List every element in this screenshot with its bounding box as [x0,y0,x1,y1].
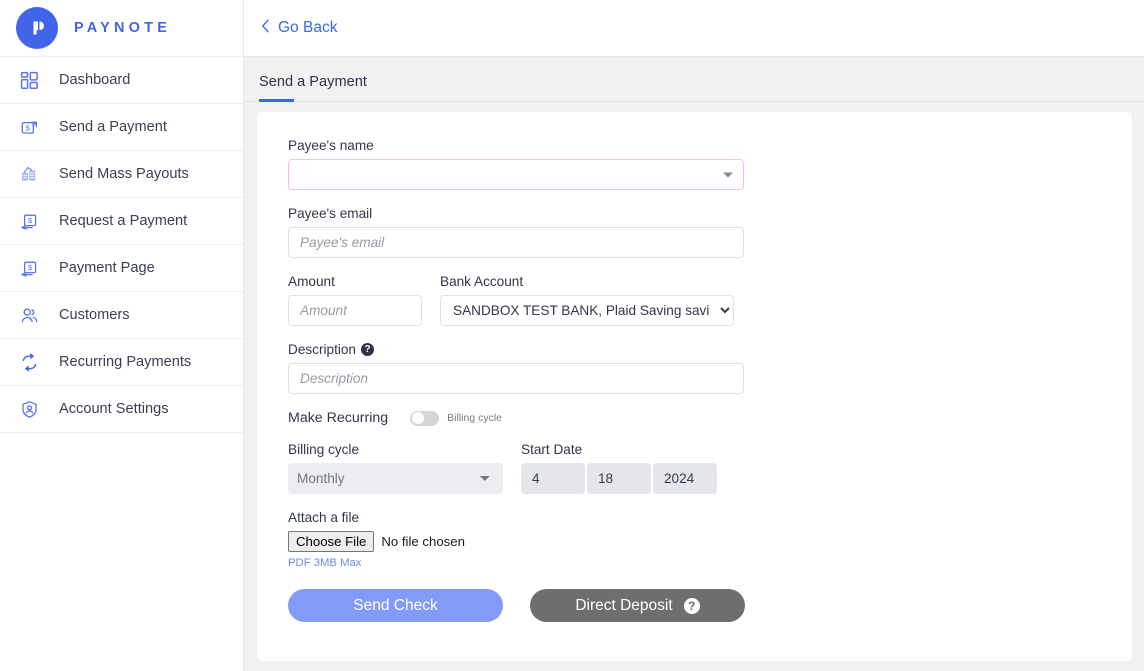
payment-page-icon: $ [18,257,40,279]
send-check-label: Send Check [353,596,438,614]
bank-account-field: Bank Account SANDBOX TEST BANK, Plaid Sa… [440,274,734,326]
direct-deposit-label: Direct Deposit [575,596,673,614]
payee-name-field: Payee's name [288,138,1132,190]
payee-email-input[interactable] [288,227,744,258]
recurring-payments-icon [18,351,40,373]
customers-icon [18,304,40,326]
toggle-knob [412,412,425,424]
sidebar: PAYNOTE Dashboard $ Send a Payment Send … [0,0,244,671]
sidebar-item-payment-page[interactable]: $ Payment Page [0,245,243,292]
account-settings-shield-icon [18,398,40,420]
description-input[interactable] [288,363,744,394]
make-recurring-toggle[interactable] [410,410,440,426]
tab-active-indicator [259,99,294,102]
form-actions: Send Check Direct Deposit ? [288,589,1132,652]
sidebar-item-account-settings[interactable]: Account Settings [0,386,243,433]
sidebar-item-label: Account Settings [59,401,169,417]
billing-start-row: Billing cycle Monthly Start Date [288,442,1132,494]
payee-email-label: Payee's email [288,206,373,221]
bank-account-select[interactable]: SANDBOX TEST BANK, Plaid Saving saving [440,295,734,326]
direct-deposit-button[interactable]: Direct Deposit ? [530,589,745,622]
tab-send-a-payment[interactable]: Send a Payment [244,74,367,101]
go-back-label: Go Back [278,19,338,36]
make-recurring-row: Make Recurring Billing cycle [288,410,1132,426]
svg-text:$: $ [25,123,29,132]
go-back-button[interactable]: Go Back [261,19,337,38]
request-payment-icon: $ [18,210,40,232]
mass-payouts-icon [18,163,40,185]
description-label-text: Description [288,342,356,357]
dashboard-grid-icon [18,69,40,91]
sidebar-item-request-a-payment[interactable]: $ Request a Payment [0,198,243,245]
make-recurring-label: Make Recurring [288,410,389,426]
sidebar-item-send-a-payment[interactable]: $ Send a Payment [0,104,243,151]
brand-logo[interactable]: PAYNOTE [0,0,243,57]
payee-name-select[interactable] [288,159,744,190]
start-date-year[interactable] [653,463,717,494]
description-label: Description ? [288,342,1132,357]
billing-cycle-field: Billing cycle Monthly [288,442,503,494]
app-root: PAYNOTE Dashboard $ Send a Payment Send … [0,0,1144,671]
start-date-day[interactable] [587,463,651,494]
start-date-label: Start Date [521,442,583,457]
brand-wordmark: PAYNOTE [74,20,172,36]
sidebar-item-label: Send Mass Payouts [59,166,189,182]
send-payment-form: Payee's name Payee's email Amount [257,112,1132,652]
sidebar-item-dashboard[interactable]: Dashboard [0,57,243,104]
sidebar-item-send-mass-payouts[interactable]: Send Mass Payouts [0,151,243,198]
file-status-text: No file chosen [381,534,465,549]
direct-deposit-help-icon[interactable]: ? [683,597,700,614]
file-hint-text: PDF 3MB Max [288,557,362,569]
billing-cycle-select[interactable]: Monthly [288,463,503,494]
choose-file-button[interactable]: Choose File [288,531,375,552]
amount-bank-row: Amount Bank Account SANDBOX TEST BANK, P… [288,274,1132,326]
svg-text:$: $ [28,262,32,271]
sidebar-item-label: Request a Payment [59,213,188,229]
amount-input[interactable] [288,295,422,326]
caret-down-icon [723,172,733,177]
sidebar-item-label: Dashboard [59,72,131,88]
main-content: Go Back Send a Payment Payee's name Paye… [244,0,1144,671]
attach-file-field: Attach a file Choose File No file chosen… [288,510,1132,569]
toggle-caption: Billing cycle [447,412,502,424]
send-payment-icon: $ [18,116,40,138]
send-check-button[interactable]: Send Check [288,589,503,622]
form-card: Payee's name Payee's email Amount [257,112,1132,661]
billing-cycle-label: Billing cycle [288,442,360,457]
start-date-field: Start Date [521,442,717,494]
tab-strip: Send a Payment [244,57,1144,102]
payee-name-label: Payee's name [288,138,374,153]
topbar: Go Back [244,0,1144,57]
sidebar-item-customers[interactable]: Customers [0,292,243,339]
paynote-logo-icon [16,7,58,49]
start-date-group [521,463,717,494]
payee-email-field: Payee's email [288,206,1132,258]
sidebar-item-label: Send a Payment [59,119,167,135]
amount-field: Amount [288,274,422,326]
file-input-row: Choose File No file chosen [288,531,1132,552]
sidebar-item-label: Payment Page [59,260,155,276]
sidebar-item-recurring-payments[interactable]: Recurring Payments [0,339,243,386]
attach-file-label: Attach a file [288,510,360,525]
make-recurring-toggle-wrap: Billing cycle [410,410,502,426]
bank-account-label: Bank Account [440,274,524,289]
svg-text:$: $ [28,215,32,224]
description-field: Description ? [288,342,1132,394]
sidebar-item-label: Recurring Payments [59,354,192,370]
chevron-left-icon [261,19,270,38]
tab-divider [244,101,1144,102]
start-date-month[interactable] [521,463,585,494]
amount-label: Amount [288,274,335,289]
sidebar-item-label: Customers [59,307,130,323]
help-question-icon[interactable]: ? [361,343,374,356]
